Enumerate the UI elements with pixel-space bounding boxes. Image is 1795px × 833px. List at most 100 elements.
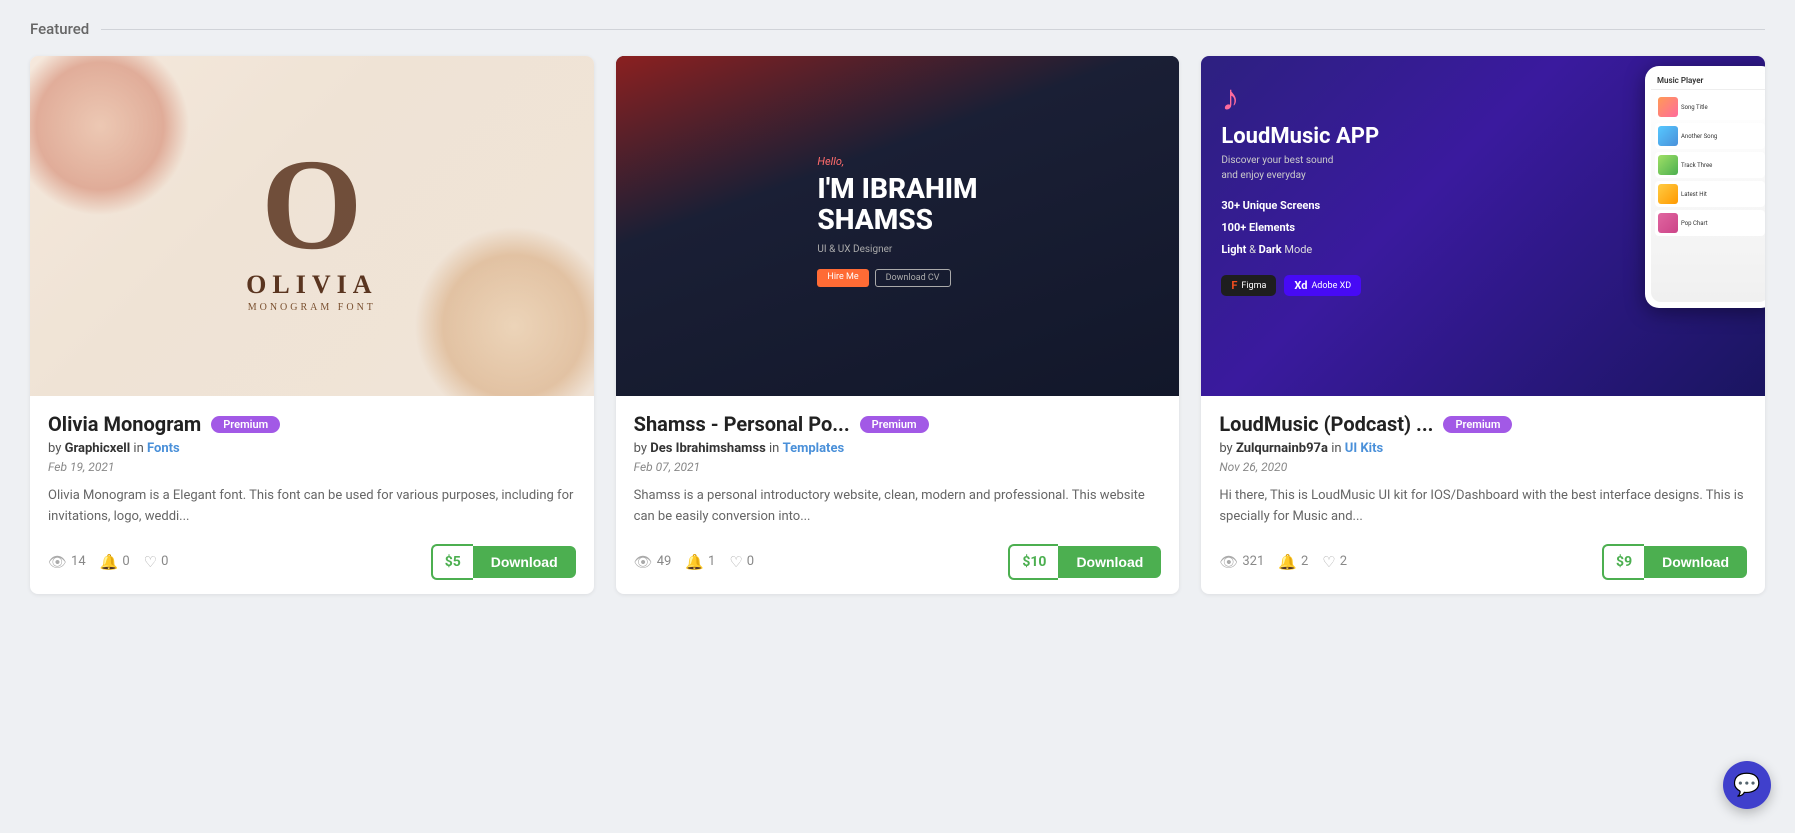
comments-count: 0 xyxy=(122,554,129,569)
section-title: Featured xyxy=(30,20,89,38)
stat-likes: ♡ 0 xyxy=(144,553,169,571)
figma-label: Figma xyxy=(1241,281,1266,291)
card-date: Feb 07, 2021 xyxy=(634,460,1162,474)
phone-content: Song Title Another Song Track Three xyxy=(1651,90,1765,302)
song-info: Another Song xyxy=(1681,133,1717,140)
card-date: Feb 19, 2021 xyxy=(48,460,576,474)
song-thumbnail xyxy=(1658,97,1678,117)
card-actions: $5 Download xyxy=(431,544,576,580)
card-date: Nov 26, 2020 xyxy=(1219,460,1747,474)
views-count: 49 xyxy=(657,554,672,569)
stat-comments: 🔔 2 xyxy=(1278,553,1308,571)
download-button[interactable]: Download xyxy=(473,546,576,578)
category-link[interactable]: UI Kits xyxy=(1345,441,1383,456)
phone-song-2: Another Song xyxy=(1655,123,1765,149)
comment-icon: 🔔 xyxy=(685,553,704,571)
phone-song-1: Song Title xyxy=(1655,94,1765,120)
card-stats: 👁 321 🔔 2 ♡ 2 xyxy=(1219,553,1347,571)
card-title: Olivia Monogram xyxy=(48,412,201,436)
card-footer: 👁 14 🔔 0 ♡ 0 $5 Download xyxy=(48,544,576,580)
download-button[interactable]: Download xyxy=(1644,546,1747,578)
badge-premium: Premium xyxy=(860,416,929,433)
category-prefix: in xyxy=(133,441,143,456)
figma-icon: F xyxy=(1231,279,1237,292)
song-info: Track Three xyxy=(1681,162,1712,169)
badge-premium: Premium xyxy=(1443,416,1512,433)
eye-icon: 👁 xyxy=(48,553,67,571)
likes-count: 0 xyxy=(747,554,754,569)
song-thumbnail xyxy=(1658,184,1678,204)
song-thumbnail xyxy=(1658,213,1678,233)
section-divider xyxy=(101,29,1765,30)
badge-premium: Premium xyxy=(211,416,280,433)
card-body-olivia: Olivia Monogram Premium by Graphicxell i… xyxy=(30,396,594,594)
card-title-row: LoudMusic (Podcast) ... Premium xyxy=(1219,412,1747,436)
section-header: Featured xyxy=(30,20,1765,38)
author-name: Zulqurnainb97a xyxy=(1236,441,1328,456)
heart-icon: ♡ xyxy=(144,553,157,571)
shamss-cv-btn[interactable]: Download CV xyxy=(875,269,951,287)
card-description: Hi there, This is LoudMusic UI kit for I… xyxy=(1219,486,1747,528)
olivia-letter: O xyxy=(246,140,377,270)
card-description: Shamss is a personal introductory websit… xyxy=(634,486,1162,528)
category-prefix: in xyxy=(769,441,779,456)
chat-bubble[interactable]: 💬 xyxy=(1723,761,1771,809)
card-olivia: O OLIVIA MONOGRAM FONT Olivia Monogram P… xyxy=(30,56,594,594)
category-link[interactable]: Templates xyxy=(783,441,845,456)
song-info: Pop Chart xyxy=(1681,220,1708,227)
eye-icon: 👁 xyxy=(1219,553,1238,571)
stat-likes: ♡ 2 xyxy=(1322,553,1347,571)
comment-icon: 🔔 xyxy=(100,553,119,571)
shamss-content: Hello, I'M IBRAHIMSHAMSS UI & UX Designe… xyxy=(797,135,997,317)
card-actions: $10 Download xyxy=(1008,544,1161,580)
card-title-row: Shamss - Personal Po... Premium xyxy=(634,412,1162,436)
heart-icon: ♡ xyxy=(1322,553,1335,571)
phone-screen: Music Player Song Title Another Song xyxy=(1651,72,1765,302)
phone-mockup: Music Player Song Title Another Song xyxy=(1645,66,1765,308)
shamss-hire-btn[interactable]: Hire Me xyxy=(817,269,868,287)
card-shamss: Hello, I'M IBRAHIMSHAMSS UI & UX Designe… xyxy=(616,56,1180,594)
shamss-hello: Hello, xyxy=(817,155,977,168)
comments-count: 1 xyxy=(708,554,715,569)
price-box: $10 xyxy=(1008,544,1058,580)
phone-header: Music Player xyxy=(1651,72,1765,90)
likes-count: 2 xyxy=(1340,554,1347,569)
comments-count: 2 xyxy=(1301,554,1308,569)
card-image-shamss: Hello, I'M IBRAHIMSHAMSS UI & UX Designe… xyxy=(616,56,1180,396)
cards-grid: O OLIVIA MONOGRAM FONT Olivia Monogram P… xyxy=(30,56,1765,594)
card-footer: 👁 49 🔔 1 ♡ 0 $10 Download xyxy=(634,544,1162,580)
card-author: by Graphicxell in Fonts xyxy=(48,441,576,456)
price-box: $9 xyxy=(1602,544,1644,580)
figma-badge: F Figma xyxy=(1221,275,1276,296)
card-stats: 👁 49 🔔 1 ♡ 0 xyxy=(634,553,754,571)
heart-icon: ♡ xyxy=(729,553,742,571)
song-info: Latest Hit xyxy=(1681,191,1707,198)
views-count: 321 xyxy=(1242,554,1264,569)
xd-icon: Xd xyxy=(1294,279,1307,292)
stat-views: 👁 14 xyxy=(48,553,86,571)
stat-comments: 🔔 1 xyxy=(685,553,715,571)
olivia-subtitle: MONOGRAM FONT xyxy=(246,302,377,313)
card-body-shamss: Shamss - Personal Po... Premium by Des I… xyxy=(616,396,1180,594)
stat-views: 👁 49 xyxy=(634,553,672,571)
likes-count: 0 xyxy=(161,554,168,569)
stat-comments: 🔔 0 xyxy=(100,553,130,571)
stat-likes: ♡ 0 xyxy=(729,553,754,571)
views-count: 14 xyxy=(71,554,86,569)
phone-song-4: Latest Hit xyxy=(1655,181,1765,207)
card-loudmusic: ♪ LoudMusic APP Discover your best sound… xyxy=(1201,56,1765,594)
category-link[interactable]: Fonts xyxy=(147,441,180,456)
xd-badge: Xd Adobe XD xyxy=(1284,275,1361,296)
card-title: Shamss - Personal Po... xyxy=(634,412,850,436)
olivia-monogram-content: O OLIVIA MONOGRAM FONT xyxy=(246,140,377,313)
category-prefix: in xyxy=(1331,441,1341,456)
song-info: Song Title xyxy=(1681,104,1708,111)
card-stats: 👁 14 🔔 0 ♡ 0 xyxy=(48,553,168,571)
chat-icon: 💬 xyxy=(1733,773,1760,798)
card-body-loudmusic: LoudMusic (Podcast) ... Premium by Zulqu… xyxy=(1201,396,1765,594)
card-image-loudmusic: ♪ LoudMusic APP Discover your best sound… xyxy=(1201,56,1765,396)
song-thumbnail xyxy=(1658,155,1678,175)
download-button[interactable]: Download xyxy=(1058,546,1161,578)
price-box: $5 xyxy=(431,544,473,580)
comment-icon: 🔔 xyxy=(1278,553,1297,571)
